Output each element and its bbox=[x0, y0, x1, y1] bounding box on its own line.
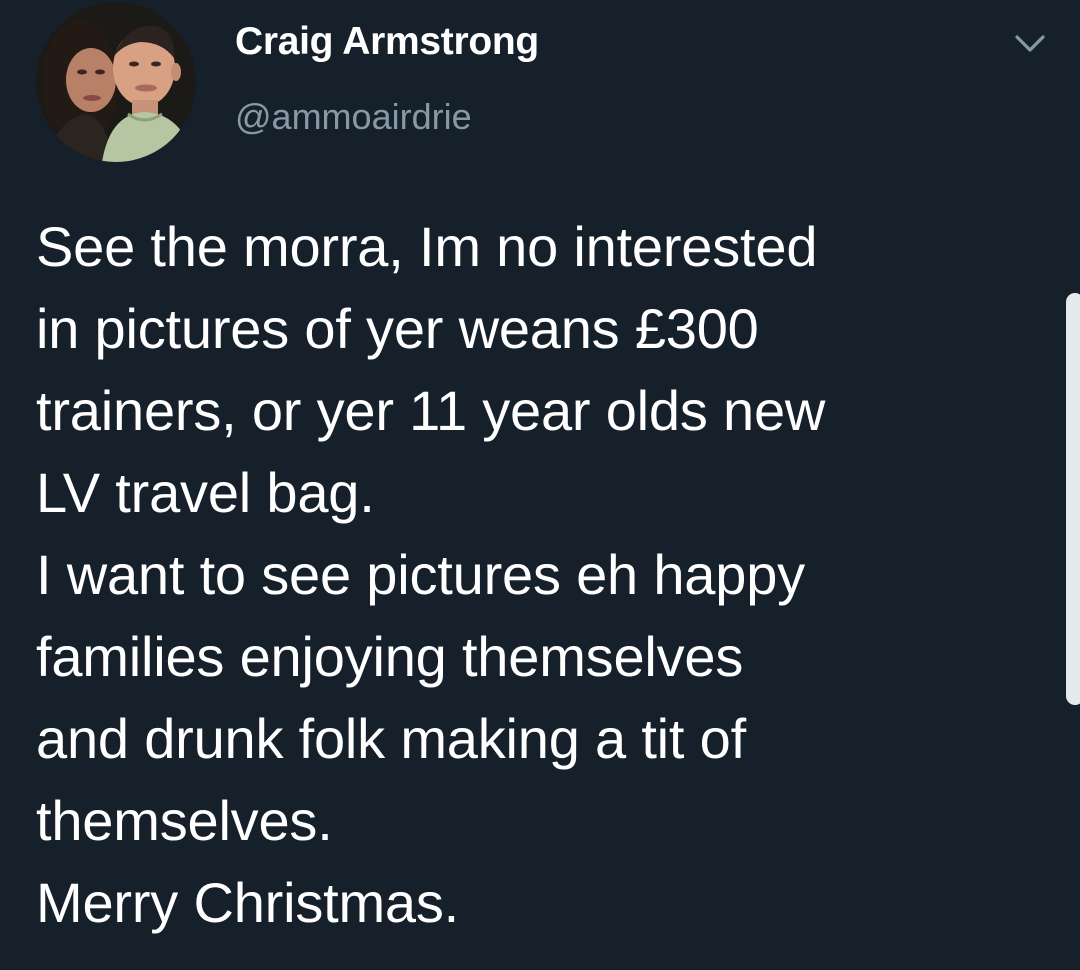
tweet: Craig Armstrong @ammoairdrie See the mor… bbox=[0, 0, 1080, 970]
avatar[interactable] bbox=[36, 2, 196, 162]
tweet-text: See the morra, Im no interested in pictu… bbox=[36, 215, 826, 934]
chevron-down-icon[interactable] bbox=[1008, 24, 1052, 64]
avatar-image bbox=[36, 2, 196, 162]
user-handle[interactable]: @ammoairdrie bbox=[235, 96, 472, 138]
display-name[interactable]: Craig Armstrong bbox=[235, 20, 539, 64]
scrollbar[interactable] bbox=[1066, 293, 1080, 705]
